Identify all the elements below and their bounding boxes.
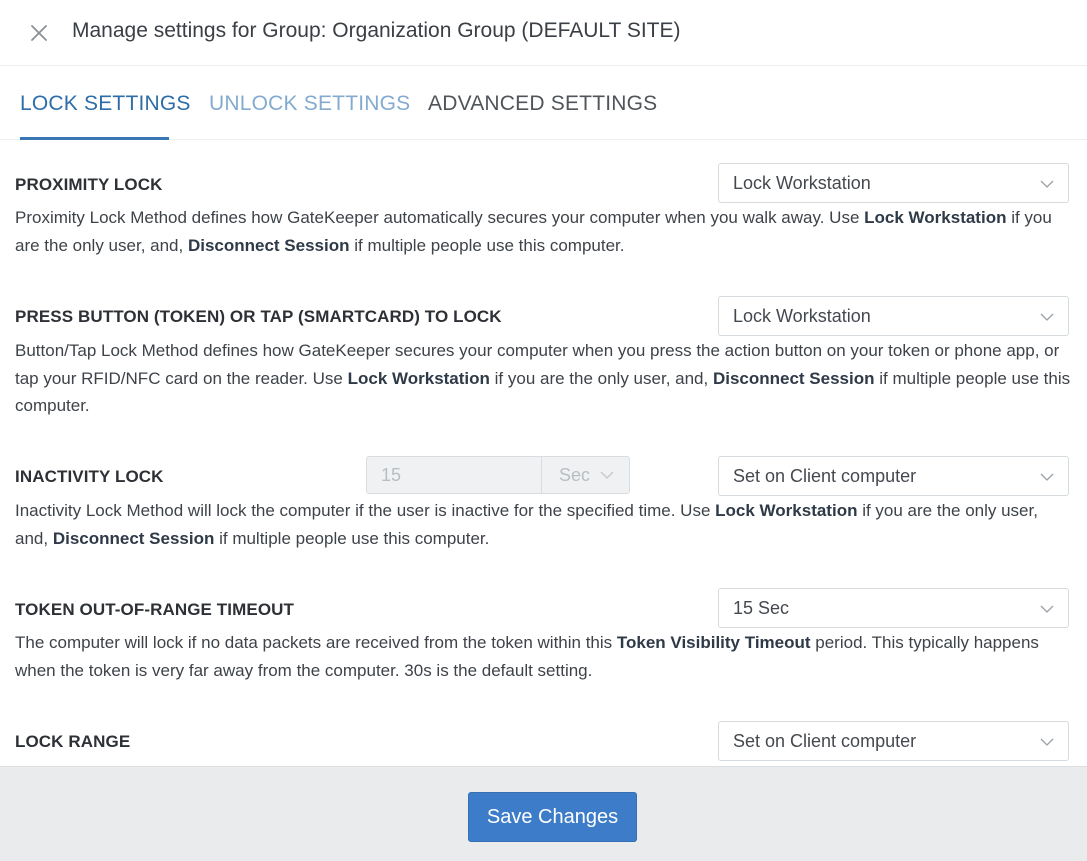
button-lock-description: Button/Tap Lock Method defines how GateK… <box>15 341 1071 415</box>
button-lock-select[interactable]: Lock Workstation <box>718 296 1069 336</box>
inactivity-lock-select[interactable]: Set on Client computer <box>718 456 1069 496</box>
inactivity-unit-value: Sec <box>559 465 591 485</box>
tab-bar: LOCK SETTINGS UNLOCK SETTINGS ADVANCED S… <box>0 67 1087 140</box>
timeout-title: TOKEN OUT-OF-RANGE TIMEOUT <box>15 600 294 619</box>
inactivity-unit-select: Sec <box>541 456 630 494</box>
chevron-down-icon <box>1040 735 1054 749</box>
lock-range-select[interactable]: Set on Client computer <box>718 721 1069 761</box>
inactivity-lock-value: Set on Client computer <box>733 466 917 486</box>
chevron-down-icon <box>1040 602 1054 616</box>
lock-range-value: Set on Client computer <box>733 731 917 751</box>
chevron-down-icon <box>1040 310 1054 324</box>
tab-lock-settings[interactable]: LOCK SETTINGS <box>20 92 191 116</box>
lock-range-title: LOCK RANGE <box>15 732 131 751</box>
timeout-value: 15 Sec <box>733 598 790 618</box>
tab-advanced-settings[interactable]: ADVANCED SETTINGS <box>428 92 657 116</box>
chevron-down-icon <box>1040 470 1054 484</box>
inactivity-time-value: 15 <box>381 465 402 485</box>
save-changes-button[interactable]: Save Changes <box>468 792 637 842</box>
modal-footer: Save Changes <box>0 766 1087 861</box>
chevron-down-icon <box>600 468 614 482</box>
close-icon[interactable] <box>26 20 52 46</box>
inactivity-time-input: 15 <box>366 456 541 494</box>
inactivity-lock-description: Inactivity Lock Method will lock the com… <box>15 501 1038 548</box>
page-title: Manage settings for Group: Organization … <box>72 19 681 42</box>
chevron-down-icon <box>1040 177 1054 191</box>
proximity-lock-select[interactable]: Lock Workstation <box>718 163 1069 203</box>
button-lock-title: PRESS BUTTON (TOKEN) OR TAP (SMARTCARD) … <box>15 307 502 326</box>
active-tab-indicator <box>20 137 169 140</box>
timeout-description: The computer will lock if no data packet… <box>15 633 1039 680</box>
inactivity-lock-title: INACTIVITY LOCK <box>15 467 164 486</box>
modal-header: Manage settings for Group: Organization … <box>0 0 1087 66</box>
proximity-lock-title: PROXIMITY LOCK <box>15 175 163 194</box>
tab-unlock-settings[interactable]: UNLOCK SETTINGS <box>209 92 410 116</box>
timeout-select[interactable]: 15 Sec <box>718 588 1069 628</box>
settings-content[interactable]: PROXIMITY LOCK Lock Workstation Proximit… <box>0 141 1087 766</box>
proximity-lock-description: Proximity Lock Method defines how GateKe… <box>15 208 1052 255</box>
button-lock-value: Lock Workstation <box>733 306 871 326</box>
proximity-lock-value: Lock Workstation <box>733 173 871 193</box>
